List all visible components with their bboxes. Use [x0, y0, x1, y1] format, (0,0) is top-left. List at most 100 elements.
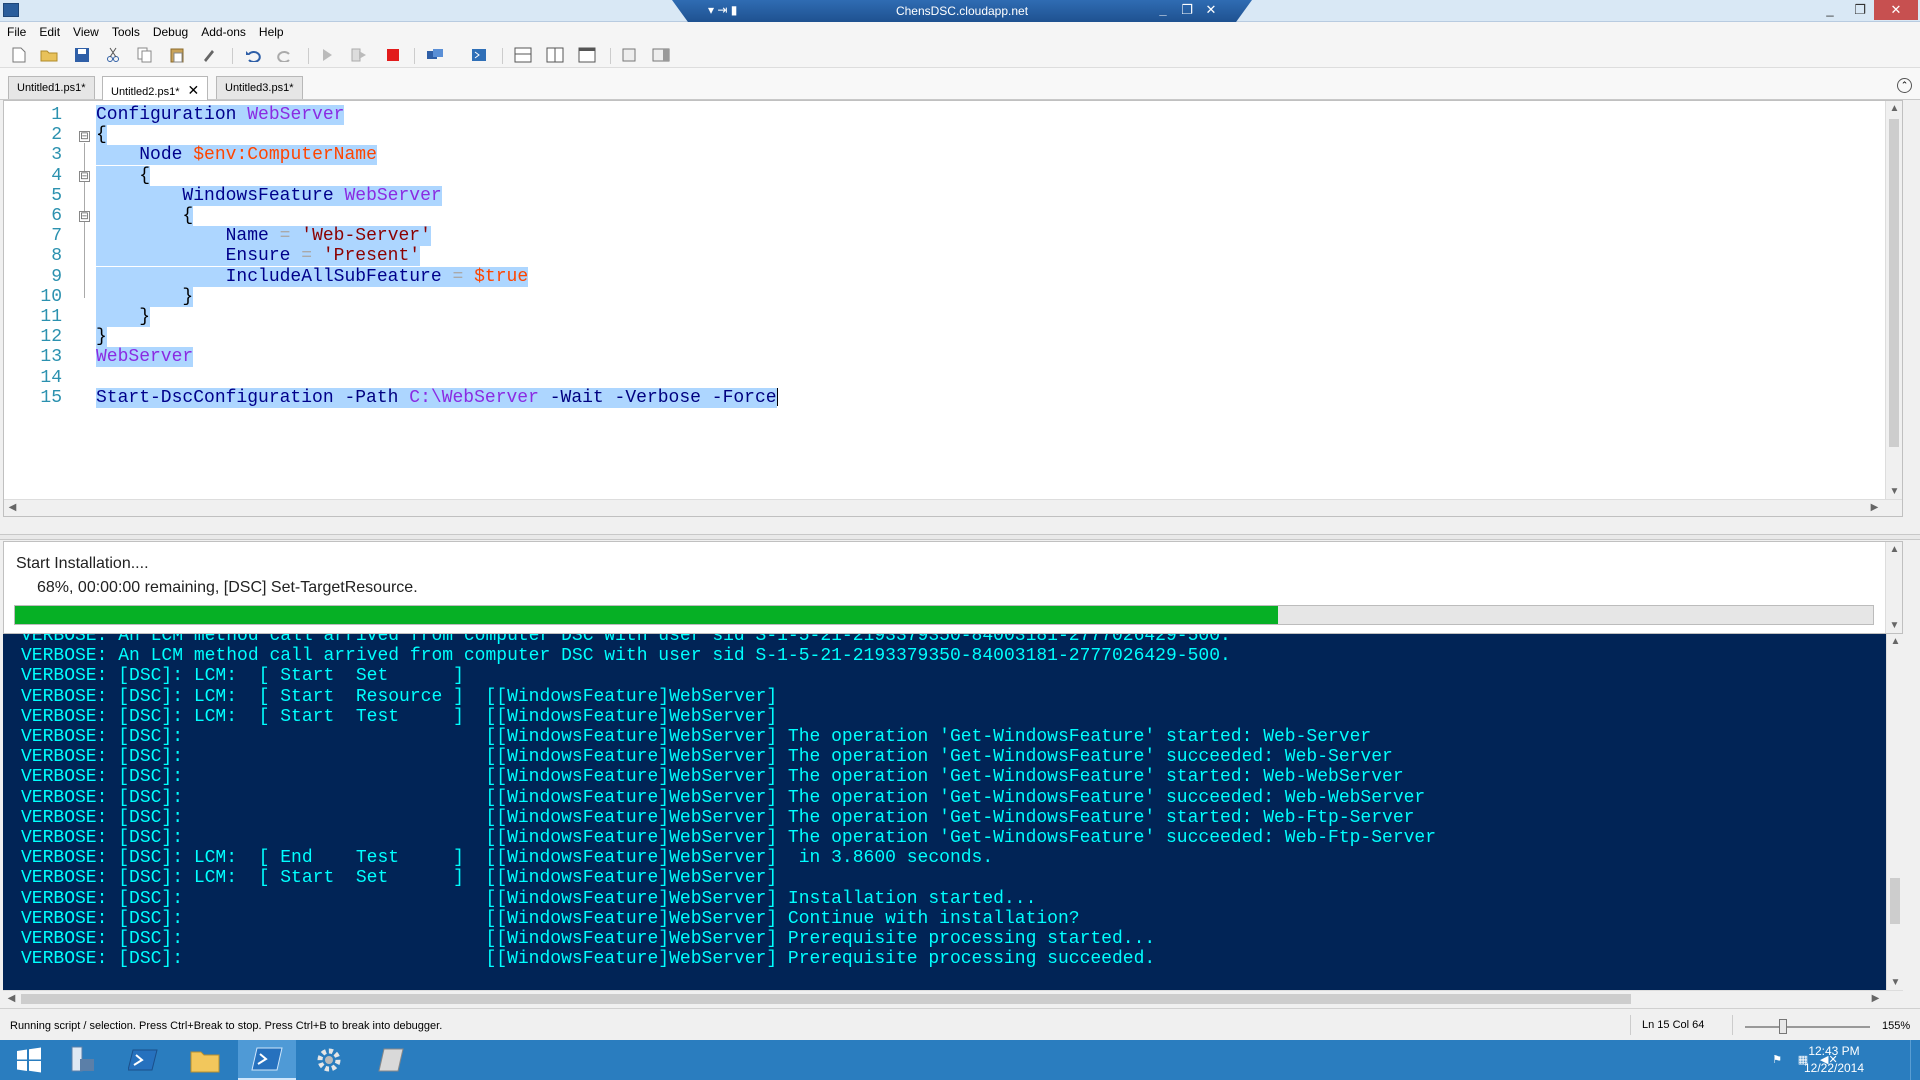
clock-date[interactable]: 12/22/2014 — [1794, 1061, 1874, 1075]
clear-console-icon[interactable] — [200, 46, 218, 64]
show-command-window-icon[interactable] — [620, 46, 638, 64]
code-line[interactable]: { — [96, 165, 151, 186]
selected-text: } — [96, 327, 107, 348]
show-script-right-icon[interactable] — [546, 46, 564, 64]
menu-edit[interactable]: Edit — [32, 22, 66, 39]
close-tab-icon[interactable]: ✕ — [188, 82, 200, 98]
code-line[interactable]: } — [96, 327, 107, 348]
rdp-close-button[interactable]: ✕ — [1202, 2, 1220, 18]
console-vertical-scrollbar[interactable]: ▲ ▼ — [1886, 634, 1903, 990]
menu-help[interactable]: Help — [252, 22, 290, 39]
clock-time[interactable]: 12:43 PM — [1794, 1044, 1874, 1058]
code-line[interactable]: WebServer — [96, 347, 194, 368]
scroll-left-icon[interactable]: ◀ — [3, 993, 20, 1004]
scroll-down-icon[interactable]: ▼ — [1886, 620, 1903, 631]
tab-untitled3[interactable]: Untitled3.ps1* — [216, 76, 303, 99]
rdp-restore-button[interactable]: ❐ — [1178, 2, 1196, 18]
minimize-button[interactable]: _ — [1816, 0, 1844, 20]
console-output[interactable]: VERBOSE: An LCM method call arrived from… — [3, 634, 1903, 990]
redo-icon[interactable] — [276, 46, 294, 64]
tab-untitled1[interactable]: Untitled1.ps1* — [8, 76, 95, 99]
scroll-thumb[interactable] — [1890, 878, 1900, 924]
code-line[interactable]: Node $env:ComputerName — [96, 145, 377, 166]
collapse-script-pane-icon[interactable]: ⌃ — [1897, 78, 1912, 93]
cut-icon[interactable] — [104, 46, 122, 64]
zoom-slider[interactable] — [1745, 1026, 1870, 1028]
scroll-thumb[interactable] — [1889, 119, 1899, 447]
menu-debug[interactable]: Debug — [146, 22, 194, 39]
scroll-right-icon[interactable]: ▶ — [1867, 993, 1884, 1004]
run-script-icon[interactable] — [318, 46, 336, 64]
selected-text: IncludeAllSubFeature = $true — [96, 266, 529, 287]
code-line[interactable]: { — [96, 125, 107, 146]
code-line[interactable]: Start-DscConfiguration -Path C:\WebServe… — [96, 387, 778, 408]
selected-text: WebServer — [96, 347, 194, 368]
windows-start-icon[interactable] — [0, 1040, 58, 1080]
rdp-minimize-button[interactable]: _ — [1154, 2, 1172, 17]
code-line[interactable]: IncludeAllSubFeature = $true — [96, 266, 529, 287]
menu-addons[interactable]: Add-ons — [194, 22, 252, 39]
code-line[interactable]: Configuration WebServer — [96, 105, 345, 125]
generic-app-icon[interactable] — [362, 1040, 420, 1080]
scroll-up-icon[interactable]: ▲ — [1886, 544, 1903, 555]
show-desktop-button[interactable] — [1910, 1040, 1920, 1080]
code-line[interactable]: Name = 'Web-Server' — [96, 226, 431, 247]
powershell-icon[interactable] — [114, 1040, 172, 1080]
fold-marker-icon[interactable]: ⊟ — [79, 211, 90, 222]
scroll-thumb[interactable] — [21, 994, 1631, 1004]
menu-file[interactable]: File — [0, 22, 32, 39]
editor-horizontal-scrollbar[interactable]: ◀ ▶ — [4, 499, 1902, 516]
progress-scrollbar[interactable]: ▲ ▼ — [1885, 542, 1902, 633]
tab-label: Untitled2.ps1* — [111, 86, 180, 98]
code-line[interactable]: } — [96, 307, 151, 327]
settings-gear-icon[interactable] — [300, 1040, 358, 1080]
zoom-slider-thumb[interactable] — [1778, 1019, 1787, 1034]
code-token: WindowsFeature — [182, 185, 334, 206]
remote-powershell-icon[interactable] — [426, 46, 444, 64]
menu-view[interactable]: View — [66, 22, 105, 39]
restore-button[interactable]: ❐ — [1846, 0, 1874, 20]
open-folder-icon[interactable] — [40, 46, 58, 64]
save-icon[interactable] — [73, 46, 91, 64]
action-center-flag-icon[interactable]: ⚑ — [1770, 1054, 1784, 1066]
scroll-down-icon[interactable]: ▼ — [1886, 486, 1903, 497]
editor-vertical-scrollbar[interactable]: ▲ ▼ — [1885, 101, 1902, 499]
run-selection-icon[interactable] — [350, 46, 368, 64]
code-line[interactable]: { — [96, 206, 194, 226]
scroll-down-icon[interactable]: ▼ — [1887, 977, 1903, 988]
fold-marker-icon[interactable]: ⊟ — [79, 131, 90, 142]
code-line[interactable]: } — [96, 286, 194, 307]
console-horizontal-scrollbar[interactable]: ◀ ▶ — [3, 990, 1903, 1007]
scroll-left-icon[interactable]: ◀ — [4, 502, 21, 513]
code-line[interactable]: WindowsFeature WebServer — [96, 185, 442, 206]
show-script-top-icon[interactable] — [514, 46, 532, 64]
new-file-icon[interactable] — [10, 46, 28, 64]
pane-splitter[interactable] — [0, 534, 1920, 540]
paste-icon[interactable] — [168, 46, 186, 64]
scroll-up-icon[interactable]: ▲ — [1887, 636, 1903, 647]
undo-icon[interactable] — [244, 46, 262, 64]
stop-operation-icon[interactable] — [384, 46, 402, 64]
scroll-up-icon[interactable]: ▲ — [1886, 103, 1903, 114]
powershell-ise-icon[interactable] — [238, 1040, 296, 1080]
tab-untitled2[interactable]: Untitled2.ps1* ✕ — [102, 76, 209, 100]
copy-icon[interactable] — [136, 46, 154, 64]
code-token: C:\ — [409, 387, 442, 408]
script-editor[interactable]: 1 2 3 4 5 6 7 8 9 10 11 12 13 14 15 ⊟ ⊟ ⊟ Configuratio… — [3, 100, 1903, 517]
fold-marker-icon[interactable]: ⊟ — [79, 171, 90, 182]
server-manager-icon[interactable] — [52, 1040, 110, 1080]
show-command-addon-icon[interactable] — [652, 46, 670, 64]
tab-label: Untitled3.ps1* — [225, 82, 294, 94]
file-explorer-icon[interactable] — [176, 1040, 234, 1080]
console-line: VERBOSE: [DSC]: LCM: [ Start Set ] — [21, 666, 464, 687]
start-powershell-icon[interactable] — [470, 46, 488, 64]
code-token: $true — [474, 266, 529, 287]
scroll-right-icon[interactable]: ▶ — [1866, 502, 1883, 513]
menu-tools[interactable]: Tools — [105, 22, 146, 39]
show-script-maximized-icon[interactable] — [578, 46, 596, 64]
code-line[interactable]: Ensure = 'Present' — [96, 246, 421, 267]
close-button[interactable]: ✕ — [1874, 0, 1918, 20]
